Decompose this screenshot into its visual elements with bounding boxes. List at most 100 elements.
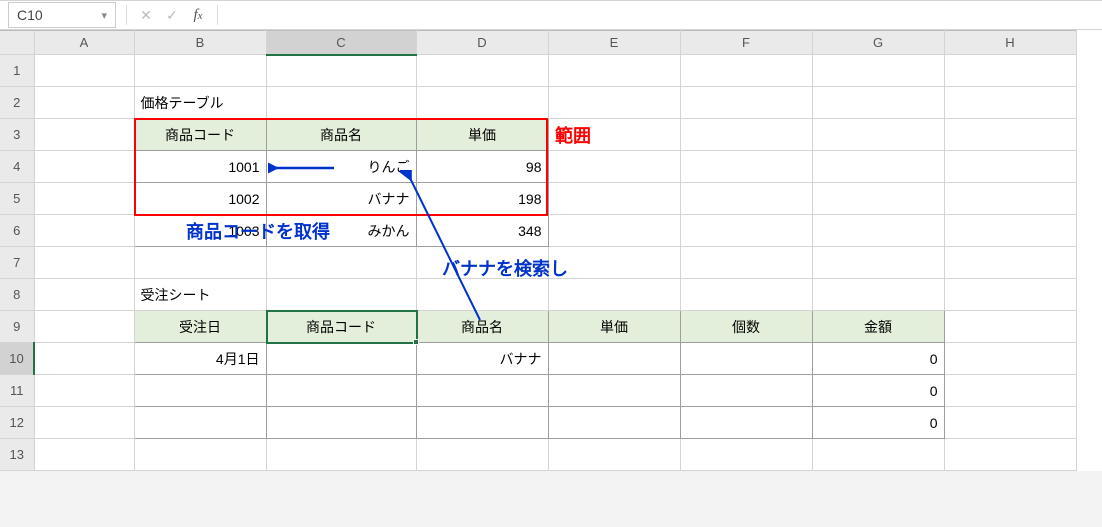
price-header-price[interactable]: 単価 xyxy=(416,119,548,151)
cell[interactable] xyxy=(416,87,548,119)
cell[interactable] xyxy=(548,183,680,215)
cell-qty[interactable] xyxy=(680,407,812,439)
row-header[interactable]: 3 xyxy=(0,119,34,151)
cell-date[interactable]: 4月1日 xyxy=(134,343,266,375)
cell[interactable] xyxy=(34,279,134,311)
row-header[interactable]: 7 xyxy=(0,247,34,279)
order-header-qty[interactable]: 個数 xyxy=(680,311,812,343)
cell[interactable] xyxy=(680,247,812,279)
formula-input[interactable] xyxy=(224,2,1102,28)
cell[interactable] xyxy=(34,183,134,215)
cell-code[interactable]: 1001 xyxy=(134,151,266,183)
cell[interactable] xyxy=(944,279,1076,311)
cell-price[interactable]: 198 xyxy=(416,183,548,215)
cell[interactable] xyxy=(812,151,944,183)
cell[interactable] xyxy=(266,279,416,311)
cell-amount[interactable]: 0 xyxy=(812,375,944,407)
cell[interactable] xyxy=(266,247,416,279)
cell[interactable] xyxy=(266,439,416,471)
name-box[interactable]: C10 ▾ xyxy=(8,2,116,28)
cell[interactable] xyxy=(944,119,1076,151)
cell[interactable] xyxy=(548,215,680,247)
cell[interactable] xyxy=(34,87,134,119)
col-header-A[interactable]: A xyxy=(34,31,134,55)
cell[interactable] xyxy=(812,55,944,87)
cell-code[interactable]: 1002 xyxy=(134,183,266,215)
cell[interactable] xyxy=(680,87,812,119)
price-header-name[interactable]: 商品名 xyxy=(266,119,416,151)
cell[interactable] xyxy=(944,55,1076,87)
section-title[interactable]: 価格テーブル xyxy=(134,87,266,119)
cell[interactable] xyxy=(134,55,266,87)
fx-icon[interactable]: fx xyxy=(185,2,211,28)
cell[interactable] xyxy=(34,407,134,439)
col-header-E[interactable]: E xyxy=(548,31,680,55)
cell-amount[interactable]: 0 xyxy=(812,407,944,439)
cell[interactable] xyxy=(416,279,548,311)
grid[interactable]: A B C D E F G H 1 2 価格テーブル xyxy=(0,30,1077,471)
cell-code[interactable] xyxy=(266,375,416,407)
cell-price[interactable]: 98 xyxy=(416,151,548,183)
cell-name[interactable] xyxy=(416,407,548,439)
cell[interactable] xyxy=(944,183,1076,215)
cell[interactable] xyxy=(944,247,1076,279)
cell[interactable] xyxy=(548,55,680,87)
cell[interactable] xyxy=(548,119,680,151)
spreadsheet[interactable]: A B C D E F G H 1 2 価格テーブル xyxy=(0,30,1102,471)
cell[interactable] xyxy=(680,439,812,471)
cell[interactable] xyxy=(134,247,266,279)
cell-price[interactable]: 348 xyxy=(416,215,548,247)
cell[interactable] xyxy=(548,439,680,471)
cell-name[interactable]: バナナ xyxy=(266,183,416,215)
cell-name[interactable] xyxy=(416,375,548,407)
cell[interactable] xyxy=(34,439,134,471)
cell[interactable] xyxy=(416,439,548,471)
cell[interactable] xyxy=(34,343,134,375)
order-header-price[interactable]: 単価 xyxy=(548,311,680,343)
col-header-G[interactable]: G xyxy=(812,31,944,55)
cell[interactable] xyxy=(680,215,812,247)
row-header[interactable]: 8 xyxy=(0,279,34,311)
cell[interactable] xyxy=(944,343,1076,375)
cell[interactable] xyxy=(34,375,134,407)
cell[interactable] xyxy=(266,55,416,87)
cell[interactable] xyxy=(812,87,944,119)
cell[interactable] xyxy=(680,151,812,183)
cell-code[interactable]: 1003 xyxy=(134,215,266,247)
cell[interactable] xyxy=(34,215,134,247)
row-header[interactable]: 5 xyxy=(0,183,34,215)
cell[interactable] xyxy=(416,247,548,279)
cell[interactable] xyxy=(812,183,944,215)
price-header-code[interactable]: 商品コード xyxy=(134,119,266,151)
cell-date[interactable] xyxy=(134,375,266,407)
row-header[interactable]: 11 xyxy=(0,375,34,407)
cell[interactable] xyxy=(944,151,1076,183)
cell[interactable] xyxy=(34,119,134,151)
cell[interactable] xyxy=(944,407,1076,439)
cell[interactable] xyxy=(548,247,680,279)
cell[interactable] xyxy=(134,439,266,471)
cell-date[interactable] xyxy=(134,407,266,439)
cell[interactable] xyxy=(944,87,1076,119)
cell[interactable] xyxy=(680,55,812,87)
cell[interactable] xyxy=(812,215,944,247)
cell[interactable] xyxy=(812,247,944,279)
order-header-date[interactable]: 受注日 xyxy=(134,311,266,343)
col-header-F[interactable]: F xyxy=(680,31,812,55)
cell[interactable] xyxy=(944,311,1076,343)
cell[interactable] xyxy=(548,87,680,119)
cell-qty[interactable] xyxy=(680,375,812,407)
row-header[interactable]: 12 xyxy=(0,407,34,439)
cell[interactable] xyxy=(812,119,944,151)
cell[interactable] xyxy=(812,439,944,471)
cell[interactable] xyxy=(944,439,1076,471)
cell[interactable] xyxy=(680,279,812,311)
cell[interactable] xyxy=(812,279,944,311)
row-header[interactable]: 6 xyxy=(0,215,34,247)
row-header[interactable]: 13 xyxy=(0,439,34,471)
cell-price[interactable] xyxy=(548,407,680,439)
cell[interactable] xyxy=(416,55,548,87)
cell-name[interactable]: バナナ xyxy=(416,343,548,375)
cell-name[interactable]: りんご xyxy=(266,151,416,183)
cell[interactable] xyxy=(34,247,134,279)
